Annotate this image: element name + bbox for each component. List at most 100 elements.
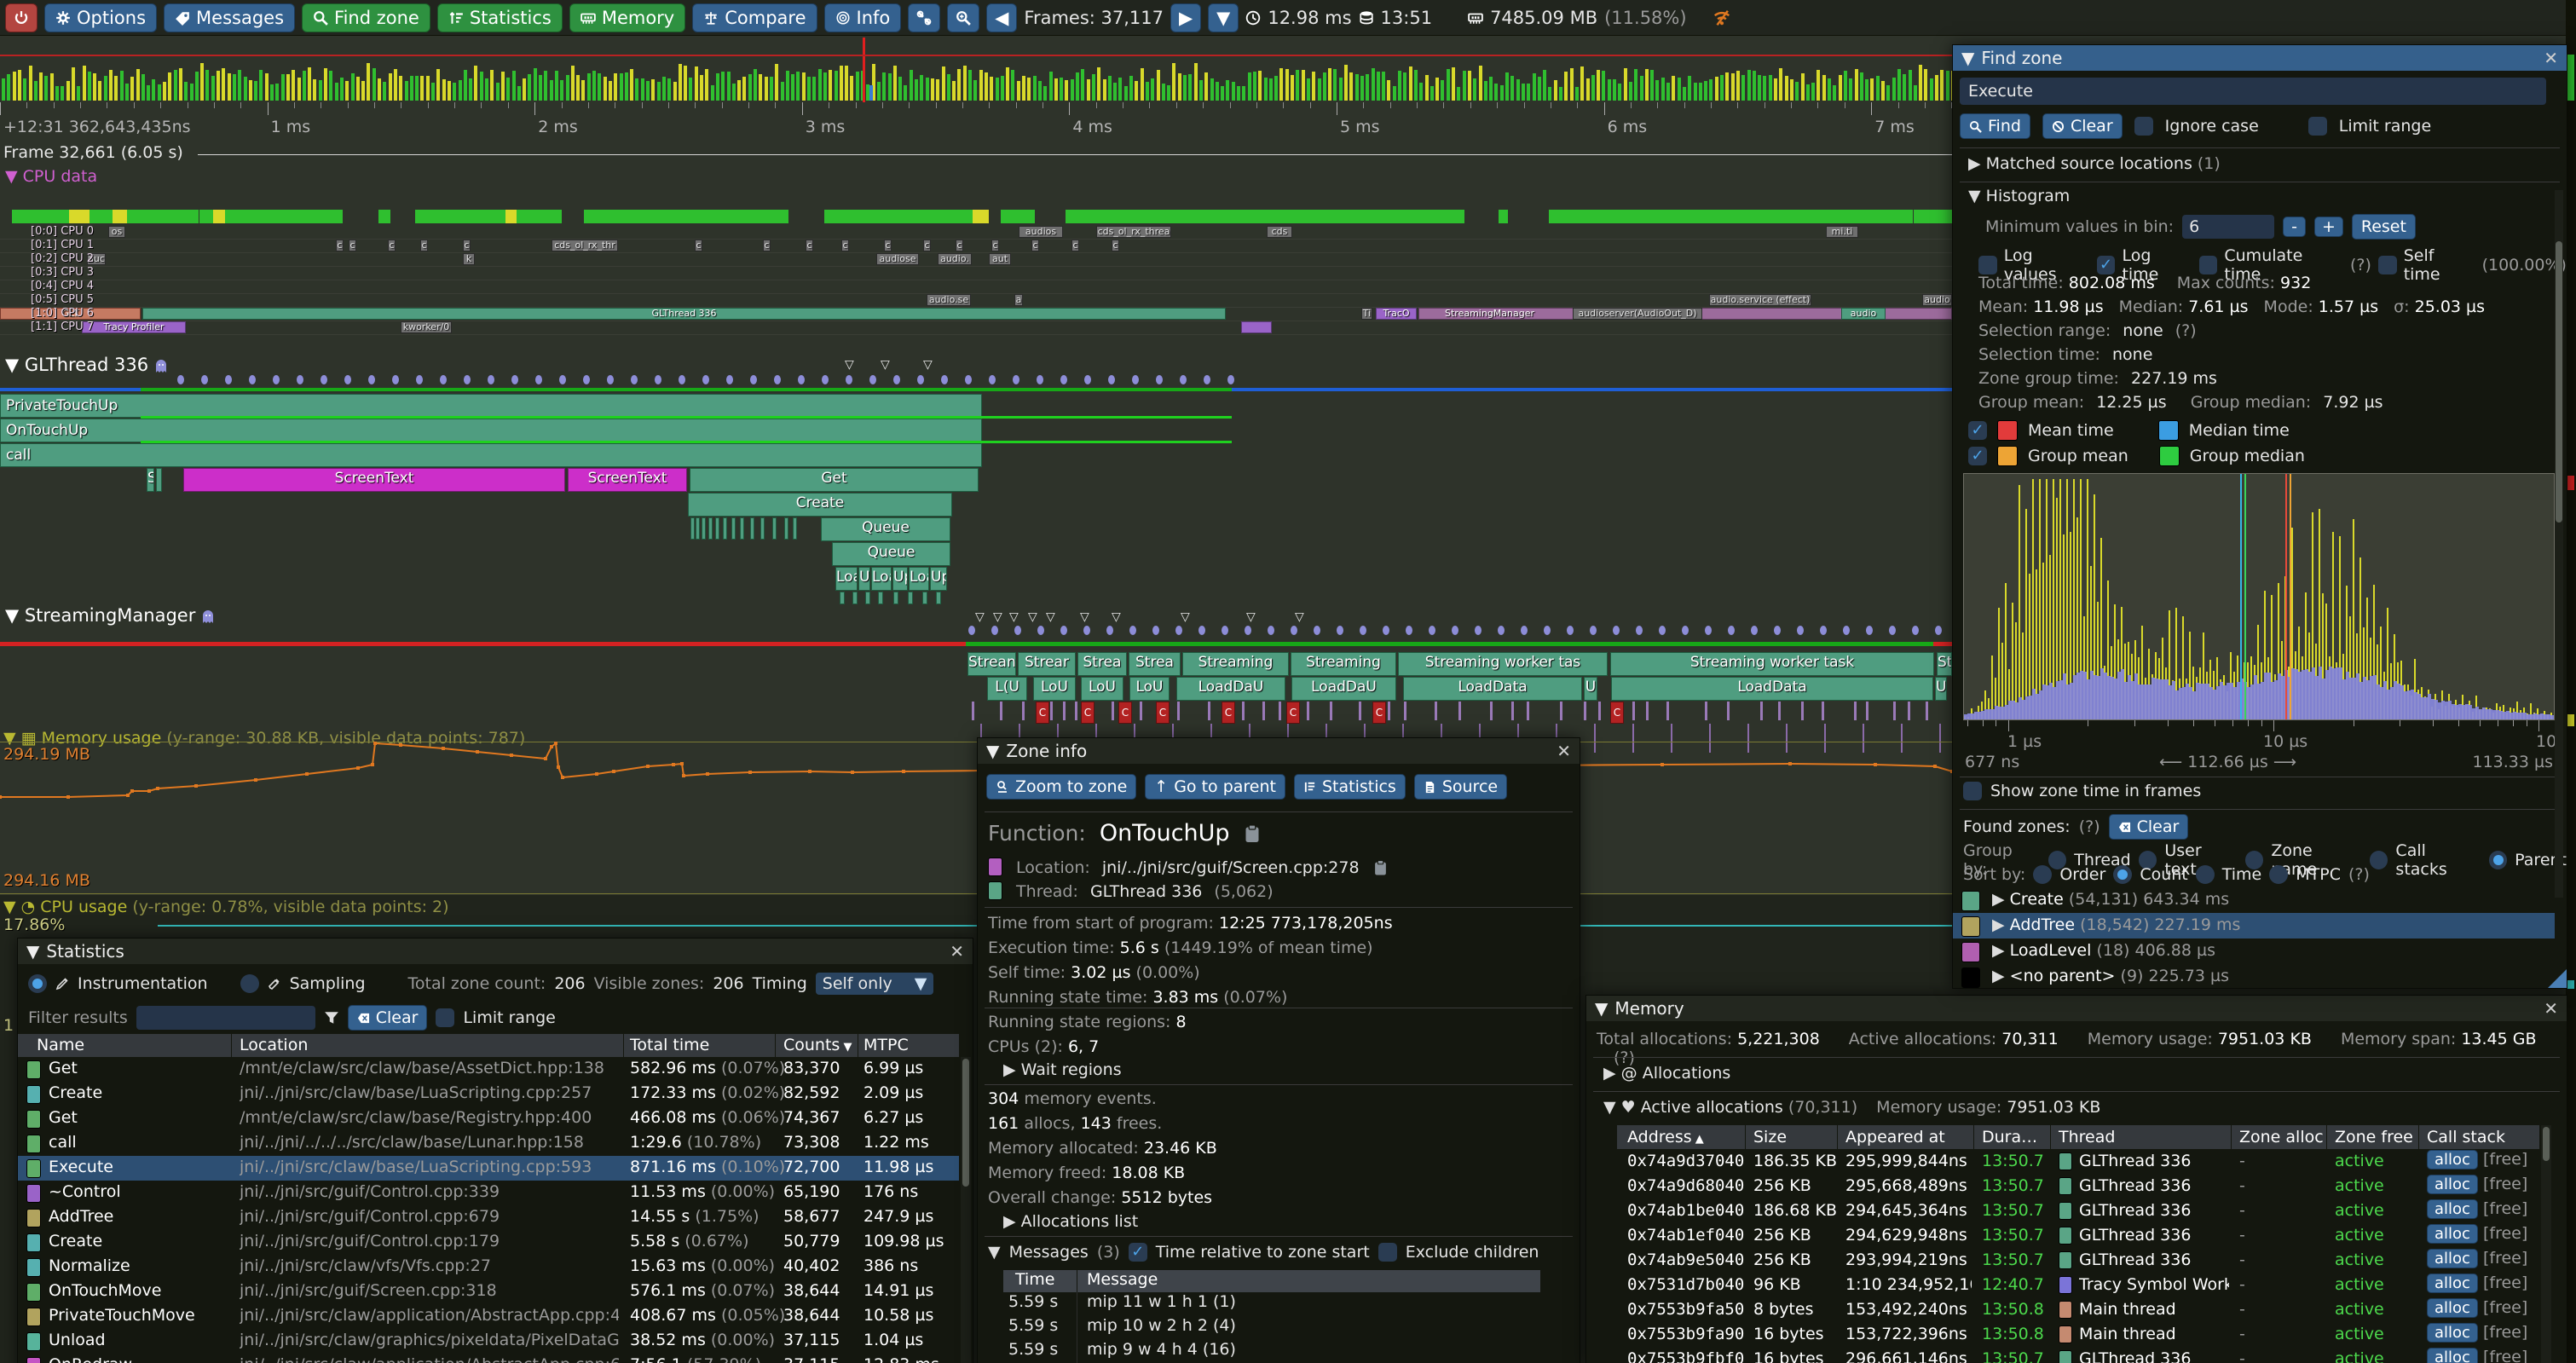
cpu-plot-header[interactable]: ▼ ◔ CPU usage (y-range: 0.78%, visible d…	[3, 898, 449, 916]
crash-mark[interactable]: C	[1156, 702, 1170, 724]
zone-U[interactable]: U	[1584, 677, 1597, 701]
zone-c[interactable]: c	[463, 240, 471, 251]
zone-Create[interactable]: Create	[688, 493, 952, 517]
frame-separator-label[interactable]: Frame 32,661 (6.05 s)	[3, 143, 183, 162]
zone-cds[interactable]: cds	[1267, 226, 1292, 238]
cpu-row[interactable]: [0:4] CPU 4	[0, 280, 1952, 294]
memory-table-header[interactable]: Address ▲SizeAppeared atDura…ThreadZone …	[1617, 1125, 2539, 1149]
found-zone-group[interactable]: ▶ <no parent> (9) 225.73 µs	[1953, 964, 2555, 990]
alloc-callstack-button[interactable]: alloc	[2427, 1298, 2478, 1318]
crash-mark[interactable]: C	[1222, 702, 1235, 724]
zone-Streaming[interactable]: Streaming	[1182, 652, 1289, 676]
tiny-zone[interactable]	[740, 517, 744, 540]
alloc-callstack-button[interactable]: alloc	[2427, 1150, 2478, 1170]
message-row[interactable]: 5.59 smip 11 w 1 h 1 (1)	[1003, 1292, 1540, 1316]
mean-time-checkbox[interactable]: ✓	[1968, 421, 1987, 440]
zone-audiose[interactable]: audiose	[876, 253, 919, 265]
zone-LoadDaU[interactable]: LoadDaU	[1176, 677, 1285, 701]
find-zone-close-icon[interactable]: ✕	[2544, 48, 2558, 68]
zone-Loa[interactable]: Loa	[835, 567, 858, 591]
message-marker[interactable]: ▽	[881, 358, 890, 372]
tiny-zone[interactable]	[865, 592, 870, 604]
statistics-scrollbar[interactable]	[961, 1057, 971, 1363]
table-row[interactable]: Normalizejni/../jni/src/claw/vfs/Vfs.cpp…	[18, 1255, 959, 1279]
zone-c[interactable]: c	[956, 240, 963, 251]
crash-mark[interactable]: C	[1036, 702, 1049, 724]
stats-limit-range-checkbox[interactable]	[436, 1008, 454, 1027]
filter-input[interactable]	[136, 1006, 315, 1030]
clipboard-icon-2[interactable]	[1373, 859, 1388, 876]
zone-c[interactable]: c	[806, 240, 813, 251]
zone-Streaming[interactable]: Streaming	[1291, 652, 1396, 676]
tiny-zone[interactable]	[893, 592, 898, 604]
zone-ScreenText[interactable]: ScreenText	[183, 468, 565, 492]
zone-LoU[interactable]: LoU	[1129, 677, 1170, 701]
sort-by-MTPC[interactable]	[2269, 865, 2288, 884]
alloc-callstack-button[interactable]: alloc	[2427, 1273, 2478, 1293]
self-time-checkbox[interactable]	[2378, 256, 2397, 274]
zone-U[interactable]: U	[1935, 677, 1947, 701]
zone-mi.ti[interactable]: mi.ti	[1826, 226, 1858, 238]
find-zone-scrollbar[interactable]	[2555, 190, 2563, 898]
zone-Streaming worker tas[interactable]: Streaming worker tas	[1398, 652, 1608, 676]
tiny-zone[interactable]	[690, 517, 695, 540]
memory-col-Dura…[interactable]: Dura…	[1982, 1128, 2037, 1146]
tiny-zone[interactable]	[772, 517, 777, 540]
message-marker[interactable]: ▽	[993, 610, 1002, 624]
time-relative-checkbox[interactable]: ✓	[1129, 1243, 1147, 1262]
sort-by-Order[interactable]	[2033, 865, 2052, 884]
tiny-zone[interactable]	[852, 592, 858, 604]
cpu-row[interactable]: [0:3] CPU 3	[0, 266, 1952, 280]
cpu-row[interactable]: GLTGLThread 336TiTracOStreamingManagerau…	[0, 307, 1952, 321]
zone-Loa[interactable]: Loa	[909, 567, 929, 591]
zone-c[interactable]: c	[841, 240, 849, 251]
frame-bars-strip[interactable]	[0, 53, 1961, 102]
tiny-zone[interactable]	[731, 517, 736, 540]
zone-c[interactable]: c	[923, 240, 931, 251]
message-marker[interactable]: ▽	[1009, 610, 1019, 624]
message-marker[interactable]: ▽	[975, 610, 985, 624]
next-frame-button[interactable]: ▶	[1170, 3, 1201, 32]
glthread-header[interactable]: ▼ GLThread 336	[5, 355, 168, 375]
zone-audio[interactable]: audio	[1841, 308, 1886, 320]
wait-regions-expander[interactable]: ▶ Wait regions	[1003, 1060, 1122, 1079]
zone-cds_ol_rx_threa[interactable]: cds_ol_rx_threa	[1096, 226, 1171, 238]
tiny-zone[interactable]	[723, 517, 727, 540]
resize-grip[interactable]	[2548, 969, 2567, 988]
zone-L(U[interactable]: L(U	[987, 677, 1027, 701]
find-clear-button[interactable]: Clear	[2042, 113, 2123, 139]
find-button[interactable]: Find	[1960, 113, 2030, 139]
table-row[interactable]: ~Controljni/../jni/src/guif/Control.cpp:…	[18, 1181, 959, 1205]
find-zone-input[interactable]: Execute	[1960, 78, 2546, 105]
table-row[interactable]: OnTouchMovejni/../jni/src/guif/Screen.cp…	[18, 1279, 959, 1304]
power-button[interactable]	[5, 3, 38, 32]
zone-c[interactable]: c	[349, 240, 356, 251]
zone-LoU[interactable]: LoU	[1033, 677, 1076, 701]
message-marker[interactable]: ▽	[845, 358, 854, 372]
group-mean-checkbox[interactable]: ✓	[1968, 447, 1987, 465]
zone-audio.service (effect)[interactable]: audio.service (effect)	[1709, 294, 1811, 306]
stats-col-MTPC[interactable]: MTPC	[863, 1036, 909, 1054]
find-zone-button[interactable]: Find zone	[302, 3, 430, 32]
memory-scrollbar-thumb[interactable]	[2543, 1127, 2550, 1161]
table-row[interactable]: 0x74a9d37040186.35 KB295,999,844ns13:50.…	[1617, 1149, 2539, 1174]
table-row[interactable]: Get/mnt/e/claw/src/claw/base/AssetDict.h…	[18, 1057, 959, 1082]
alloc-callstack-button[interactable]: alloc	[2427, 1249, 2478, 1268]
stats-col-Location[interactable]: Location	[240, 1036, 308, 1054]
cpu-row[interactable]: cds_ol_rx_thrcccccccccccccccc[0:1] CPU 1	[0, 239, 1952, 253]
zone-audios[interactable]: audios	[1019, 226, 1063, 238]
matched-locations-expander[interactable]: ▶ Matched source locations (1)	[1968, 154, 2221, 173]
tiny-zone[interactable]	[922, 592, 927, 604]
allocations-expander[interactable]: ▶ @ Allocations	[1603, 1064, 1730, 1083]
tools-button[interactable]	[908, 3, 940, 32]
zone-Queue[interactable]: Queue	[821, 517, 950, 541]
gl-zone-PrivateTouchUp[interactable]: PrivateTouchUp	[0, 394, 982, 418]
min-bin-input[interactable]: 6	[2182, 215, 2274, 239]
zone-c[interactable]: c	[763, 240, 771, 251]
zoom-tool-button[interactable]	[947, 3, 979, 32]
zoom-to-zone-button[interactable]: Zoom to zone	[986, 774, 1136, 800]
zone-S[interactable]: S	[147, 468, 154, 492]
zone-U[interactable]: U	[858, 567, 870, 591]
sampling-radio[interactable]	[240, 974, 259, 993]
clipboard-icon[interactable]	[1244, 823, 1261, 844]
